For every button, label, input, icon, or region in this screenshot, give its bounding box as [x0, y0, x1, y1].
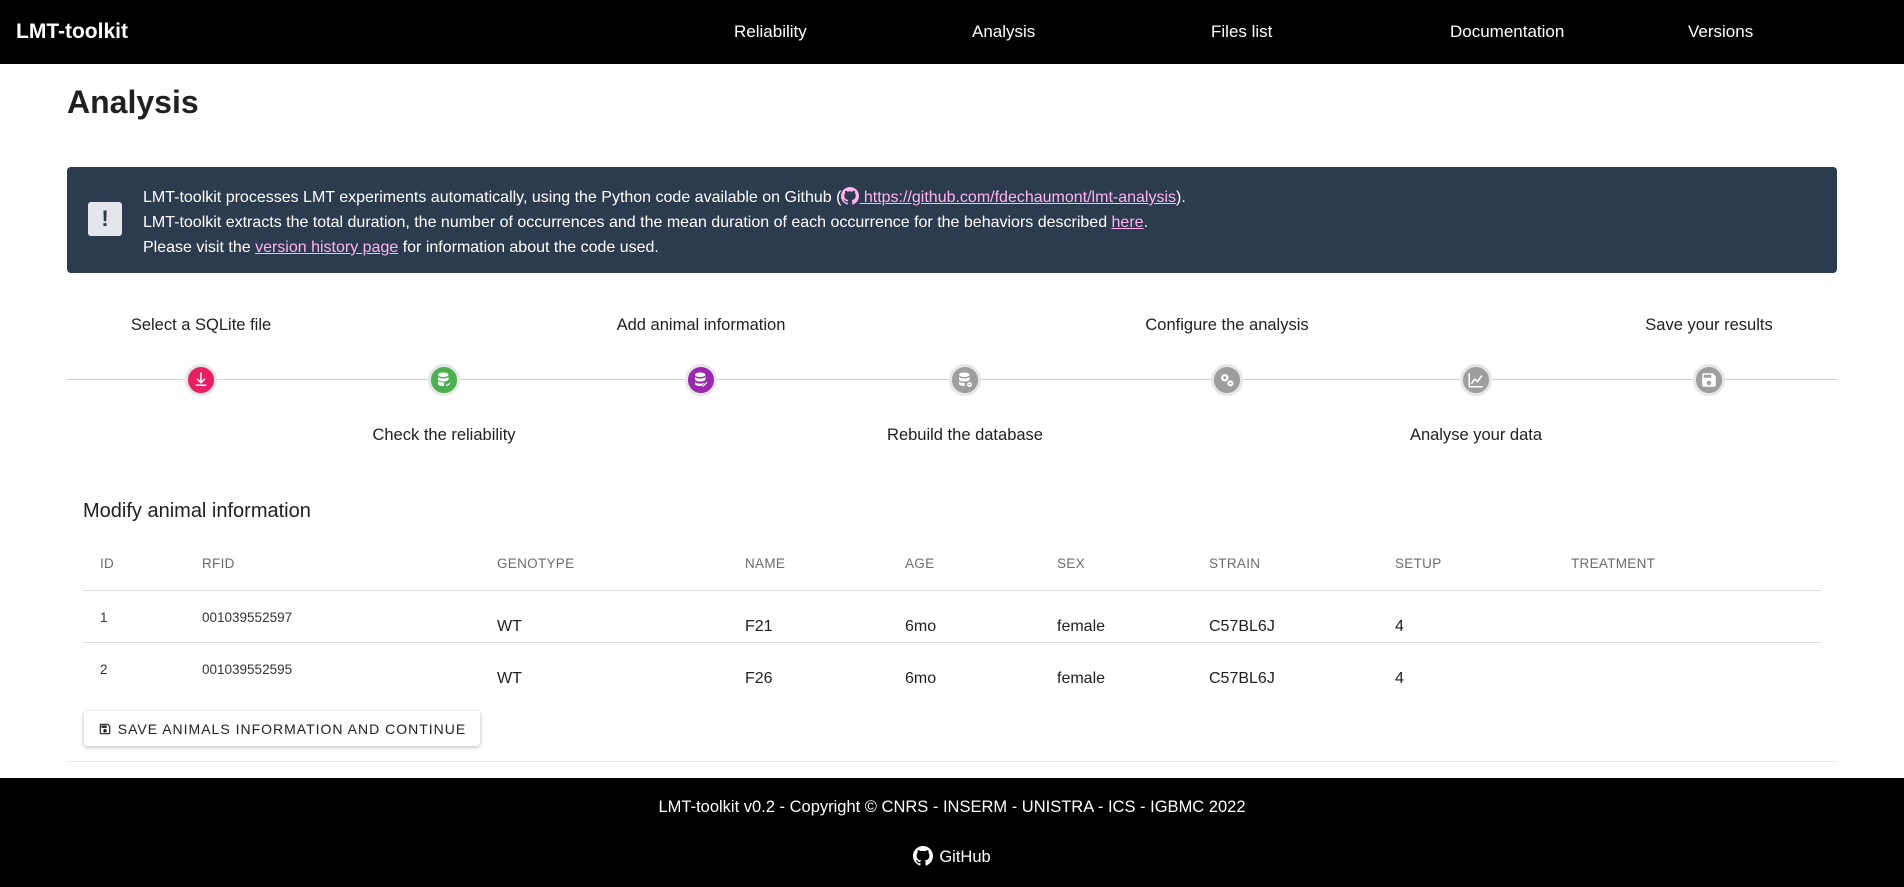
alert-line-1: LMT-toolkit processes LMT experiments au… [143, 187, 1186, 206]
row-divider [83, 642, 1821, 643]
column-header-id: ID [100, 556, 115, 571]
alert-line-2: LMT-toolkit extracts the total duration,… [143, 214, 1149, 231]
cell-name[interactable]: F21 [745, 618, 773, 636]
version-history-link[interactable]: version history page [255, 239, 398, 256]
column-header-genotype: GENOTYPE [497, 556, 575, 571]
database-check-icon[interactable] [428, 364, 460, 396]
cell-strain[interactable]: C57BL6J [1209, 670, 1275, 688]
cell-setup[interactable]: 4 [1395, 618, 1404, 636]
card-divider [67, 761, 1837, 762]
github-icon [841, 187, 860, 205]
cell-name[interactable]: F26 [745, 670, 773, 688]
header-divider [83, 590, 1821, 591]
database-cog-icon[interactable] [949, 364, 981, 396]
step-label-analyse-data: Analyse your data [1409, 426, 1543, 444]
cell-id: 1 [100, 610, 108, 625]
info-alert: ! LMT-toolkit processes LMT experiments … [67, 167, 1837, 273]
alert-text: LMT-toolkit processes LMT experiments au… [143, 185, 1186, 260]
step-label-save-results: Save your results [1645, 316, 1773, 334]
column-header-rfid: RFID [202, 556, 235, 571]
cell-genotype[interactable]: WT [497, 670, 522, 688]
github-icon [913, 846, 934, 866]
cell-age[interactable]: 6mo [905, 618, 936, 636]
cell-id: 2 [100, 662, 108, 677]
step-label-select-file: Select a SQLite file [130, 316, 272, 334]
download-icon[interactable] [185, 364, 217, 396]
nav-files-list[interactable]: Files list [1211, 22, 1272, 42]
nav-reliability[interactable]: Reliability [734, 22, 807, 42]
nav-documentation[interactable]: Documentation [1450, 22, 1564, 42]
top-navbar: LMT-toolkit Reliability Analysis Files l… [0, 0, 1904, 64]
github-footer-link[interactable]: GitHub [0, 846, 1904, 867]
github-repo-link[interactable]: https://github.com/fdechaumont/lmt-analy… [841, 187, 1176, 206]
content-save-icon[interactable] [1693, 364, 1725, 396]
column-header-sex: SEX [1057, 556, 1085, 571]
save-animals-button[interactable]: SAVE ANIMALS INFORMATION AND CONTINUE [84, 711, 480, 746]
cell-rfid: 001039552597 [202, 610, 293, 625]
nav-versions[interactable]: Versions [1688, 22, 1753, 42]
save-animals-label: SAVE ANIMALS INFORMATION AND CONTINUE [117, 720, 467, 737]
cell-age[interactable]: 6mo [905, 670, 936, 688]
database-edit-icon[interactable] [685, 364, 717, 396]
column-header-setup: SETUP [1395, 556, 1442, 571]
cell-genotype[interactable]: WT [497, 618, 522, 636]
cell-rfid: 001039552595 [202, 662, 293, 677]
cogs-icon[interactable] [1211, 364, 1243, 396]
step-label-configure-analysis: Configure the analysis [1145, 316, 1309, 334]
cell-sex[interactable]: female [1057, 670, 1105, 688]
column-header-age: AGE [905, 556, 935, 571]
chart-line-icon[interactable] [1460, 364, 1492, 396]
copyright-text: LMT-toolkit v0.2 - Copyright © CNRS - IN… [658, 798, 1246, 816]
content-save-icon [99, 723, 111, 734]
exclamation-icon: ! [88, 202, 122, 236]
github-footer-label: GitHub [939, 848, 991, 866]
column-header-name: NAME [745, 556, 786, 571]
step-label-add-animal-info: Add animal information [616, 316, 786, 334]
cell-setup[interactable]: 4 [1395, 670, 1404, 688]
cell-strain[interactable]: C57BL6J [1209, 618, 1275, 636]
step-label-check-reliability: Check the reliability [372, 426, 516, 444]
column-header-strain: STRAIN [1209, 556, 1261, 571]
column-header-treatment: TREATMENT [1571, 556, 1656, 571]
section-title: Modify animal information [83, 500, 311, 522]
cell-sex[interactable]: female [1057, 618, 1105, 636]
behaviors-here-link[interactable]: here [1112, 214, 1144, 231]
footer: LMT-toolkit v0.2 - Copyright © CNRS - IN… [0, 778, 1904, 887]
alert-line-3: Please visit the version history page fo… [143, 239, 659, 256]
step-label-rebuild-database: Rebuild the database [887, 426, 1043, 444]
brand-title[interactable]: LMT-toolkit [16, 20, 128, 44]
nav-analysis[interactable]: Analysis [972, 22, 1035, 42]
page-title: Analysis [67, 84, 199, 120]
